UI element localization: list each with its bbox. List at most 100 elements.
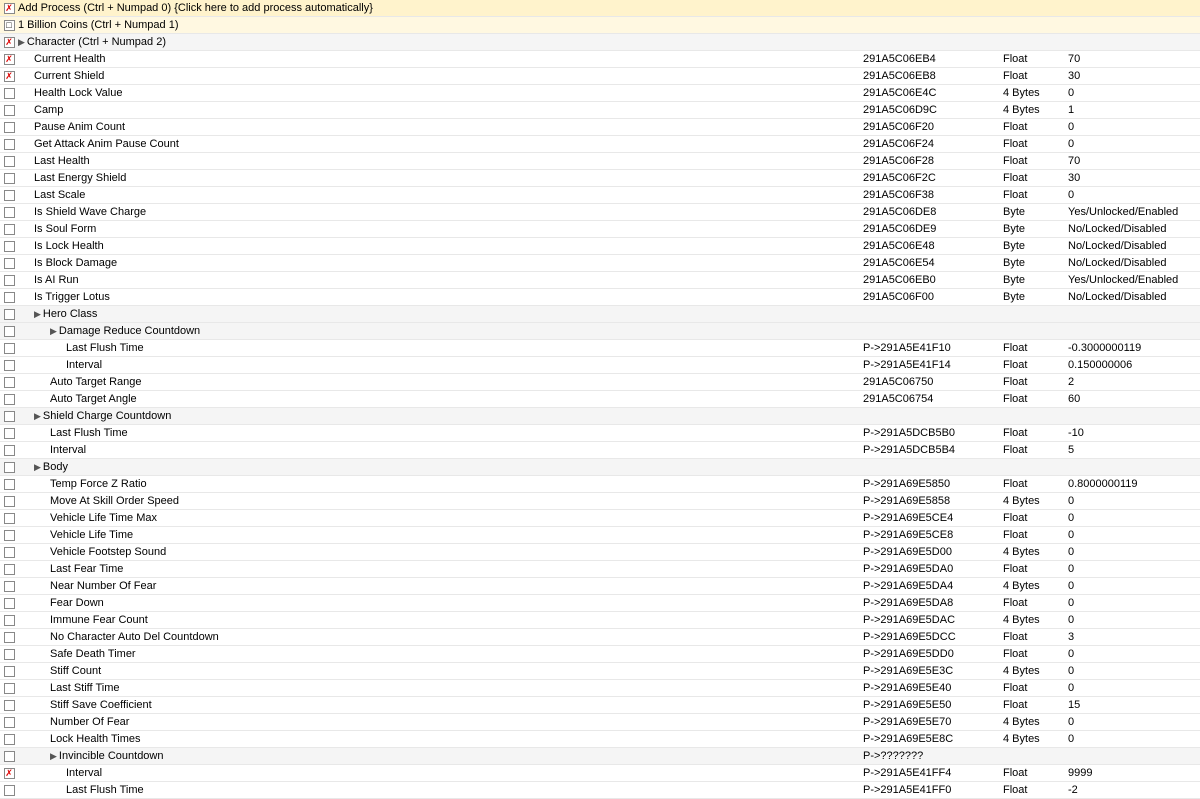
table-row[interactable]: Camp 291A5C06D9C 4 Bytes 1 [0, 102, 1200, 119]
checkbox[interactable] [4, 581, 15, 592]
table-row[interactable]: Vehicle Life Time P->291A69E5CE8 Float 0 [0, 527, 1200, 544]
checkbox[interactable] [4, 547, 15, 558]
checkbox[interactable] [4, 428, 15, 439]
checkbox[interactable] [4, 564, 15, 575]
checkbox[interactable] [4, 275, 15, 286]
table-row[interactable]: ▶Damage Reduce Countdown [0, 323, 1200, 340]
checkbox[interactable] [4, 479, 15, 490]
checkbox[interactable] [4, 683, 15, 694]
checkbox[interactable] [4, 207, 15, 218]
table-row[interactable]: Move At Skill Order Speed P->291A69E5858… [0, 493, 1200, 510]
table-row[interactable]: Is Trigger Lotus 291A5C06F00 Byte No/Loc… [0, 289, 1200, 306]
table-row[interactable]: Last Fear Time P->291A69E5DA0 Float 0 [0, 561, 1200, 578]
checkbox[interactable] [4, 598, 15, 609]
checkbox[interactable] [4, 326, 15, 337]
table-row[interactable]: Near Number Of Fear P->291A69E5DA4 4 Byt… [0, 578, 1200, 595]
checkbox[interactable] [4, 343, 15, 354]
table-row[interactable]: Is Soul Form 291A5C06DE9 Byte No/Locked/… [0, 221, 1200, 238]
table-row[interactable]: ▶Shield Charge Countdown [0, 408, 1200, 425]
checkbox[interactable] [4, 122, 15, 133]
table-row[interactable]: Stiff Count P->291A69E5E3C 4 Bytes 0 [0, 663, 1200, 680]
table-row[interactable]: Pause Anim Count 291A5C06F20 Float 0 [0, 119, 1200, 136]
table-row[interactable]: Last Flush Time P->291A5E41F10 Float -0.… [0, 340, 1200, 357]
checkbox[interactable] [4, 377, 15, 388]
table-row[interactable]: Last Stiff Time P->291A69E5E40 Float 0 [0, 680, 1200, 697]
checkbox[interactable] [4, 649, 15, 660]
table-row[interactable]: ▶Invincible Countdown P->??????? [0, 748, 1200, 765]
address-col: P->291A5DCB5B0 [863, 427, 1003, 439]
checkbox[interactable] [4, 734, 15, 745]
table-row[interactable]: ✗ Current Shield 291A5C06EB8 Float 30 [0, 68, 1200, 85]
checkbox[interactable] [4, 700, 15, 711]
table-row[interactable]: Lock Health Times P->291A69E5E8C 4 Bytes… [0, 731, 1200, 748]
table-row[interactable]: □ 1 Billion Coins (Ctrl + Numpad 1) </di… [0, 17, 1200, 34]
table-row[interactable]: Immune Fear Count P->291A69E5DAC 4 Bytes… [0, 612, 1200, 629]
checkbox[interactable] [4, 615, 15, 626]
checkbox[interactable]: ✗ [4, 3, 15, 14]
checkbox[interactable] [4, 139, 15, 150]
table-row[interactable]: Vehicle Footstep Sound P->291A69E5D00 4 … [0, 544, 1200, 561]
checkbox[interactable] [4, 394, 15, 405]
table-row[interactable]: Last Health 291A5C06F28 Float 70 [0, 153, 1200, 170]
checkbox[interactable] [4, 156, 15, 167]
checkbox[interactable] [4, 496, 15, 507]
table-row[interactable]: ✗ Add Process (Ctrl + Numpad 0) {Click h… [0, 0, 1200, 17]
type-col: Float [1003, 648, 1068, 660]
type-col: 4 Bytes [1003, 665, 1068, 677]
checkbox[interactable]: ✗ [4, 54, 15, 65]
address-col: P->291A69E5E3C [863, 665, 1003, 677]
table-row[interactable]: Interval P->291A5E41F14 Float 0.15000000… [0, 357, 1200, 374]
table-row[interactable]: Auto Target Range 291A5C06750 Float 2 [0, 374, 1200, 391]
checkbox[interactable] [4, 105, 15, 116]
checkbox[interactable] [4, 88, 15, 99]
checkbox[interactable]: □ [4, 20, 15, 31]
table-row[interactable]: ✗ Interval P->291A5E41FF4 Float 9999 [0, 765, 1200, 782]
checkbox[interactable] [4, 411, 15, 422]
checkbox[interactable] [4, 173, 15, 184]
checkbox[interactable] [4, 632, 15, 643]
checkbox[interactable]: ✗ [4, 768, 15, 779]
value-col: -2 [1068, 784, 1198, 796]
table-row[interactable]: Is AI Run 291A5C06EB0 Byte Yes/Unlocked/… [0, 272, 1200, 289]
table-row[interactable]: Fear Down P->291A69E5DA8 Float 0 [0, 595, 1200, 612]
checkbox[interactable] [4, 751, 15, 762]
row-name: Health Lock Value [16, 87, 863, 99]
table-row[interactable]: Get Attack Anim Pause Count 291A5C06F24 … [0, 136, 1200, 153]
table-row[interactable]: ▶Body [0, 459, 1200, 476]
table-row[interactable]: Last Scale 291A5C06F38 Float 0 [0, 187, 1200, 204]
table-row[interactable]: ▶Hero Class [0, 306, 1200, 323]
table-row[interactable]: ✗ ▶Character (Ctrl + Numpad 2) [0, 34, 1200, 51]
checkbox[interactable] [4, 190, 15, 201]
checkbox[interactable] [4, 309, 15, 320]
table-row[interactable]: Vehicle Life Time Max P->291A69E5CE4 Flo… [0, 510, 1200, 527]
table-row[interactable]: Auto Target Angle 291A5C06754 Float 60 [0, 391, 1200, 408]
table-row[interactable]: Last Flush Time P->291A5E41FF0 Float -2 [0, 782, 1200, 799]
checkbox[interactable] [4, 360, 15, 371]
table-row[interactable]: Stiff Save Coefficient P->291A69E5E50 Fl… [0, 697, 1200, 714]
checkbox[interactable] [4, 513, 15, 524]
table-row[interactable]: Last Flush Time P->291A5DCB5B0 Float -10 [0, 425, 1200, 442]
checkbox[interactable]: ✗ [4, 71, 15, 82]
table-row[interactable]: Is Lock Health 291A5C06E48 Byte No/Locke… [0, 238, 1200, 255]
checkbox[interactable] [4, 445, 15, 456]
table-row[interactable]: Last Energy Shield 291A5C06F2C Float 30 [0, 170, 1200, 187]
checkbox[interactable]: ✗ [4, 37, 15, 48]
table-row[interactable]: Interval P->291A5DCB5B4 Float 5 [0, 442, 1200, 459]
table-row[interactable]: Is Block Damage 291A5C06E54 Byte No/Lock… [0, 255, 1200, 272]
checkbox[interactable] [4, 292, 15, 303]
table-row[interactable]: Safe Death Timer P->291A69E5DD0 Float 0 [0, 646, 1200, 663]
checkbox[interactable] [4, 224, 15, 235]
table-row[interactable]: Health Lock Value 291A5C06E4C 4 Bytes 0 [0, 85, 1200, 102]
checkbox[interactable] [4, 462, 15, 473]
table-row[interactable]: No Character Auto Del Countdown P->291A6… [0, 629, 1200, 646]
table-row[interactable]: ✗ Current Health 291A5C06EB4 Float 70 [0, 51, 1200, 68]
table-row[interactable]: Is Shield Wave Charge 291A5C06DE8 Byte Y… [0, 204, 1200, 221]
checkbox[interactable] [4, 530, 15, 541]
table-row[interactable]: Temp Force Z Ratio P->291A69E5850 Float … [0, 476, 1200, 493]
checkbox[interactable] [4, 258, 15, 269]
checkbox[interactable] [4, 785, 15, 796]
address-col: 291A5C06EB4 [863, 53, 1003, 65]
table-row[interactable]: Number Of Fear P->291A69E5E70 4 Bytes 0 [0, 714, 1200, 731]
checkbox[interactable] [4, 241, 15, 252]
checkbox[interactable] [4, 717, 15, 728]
